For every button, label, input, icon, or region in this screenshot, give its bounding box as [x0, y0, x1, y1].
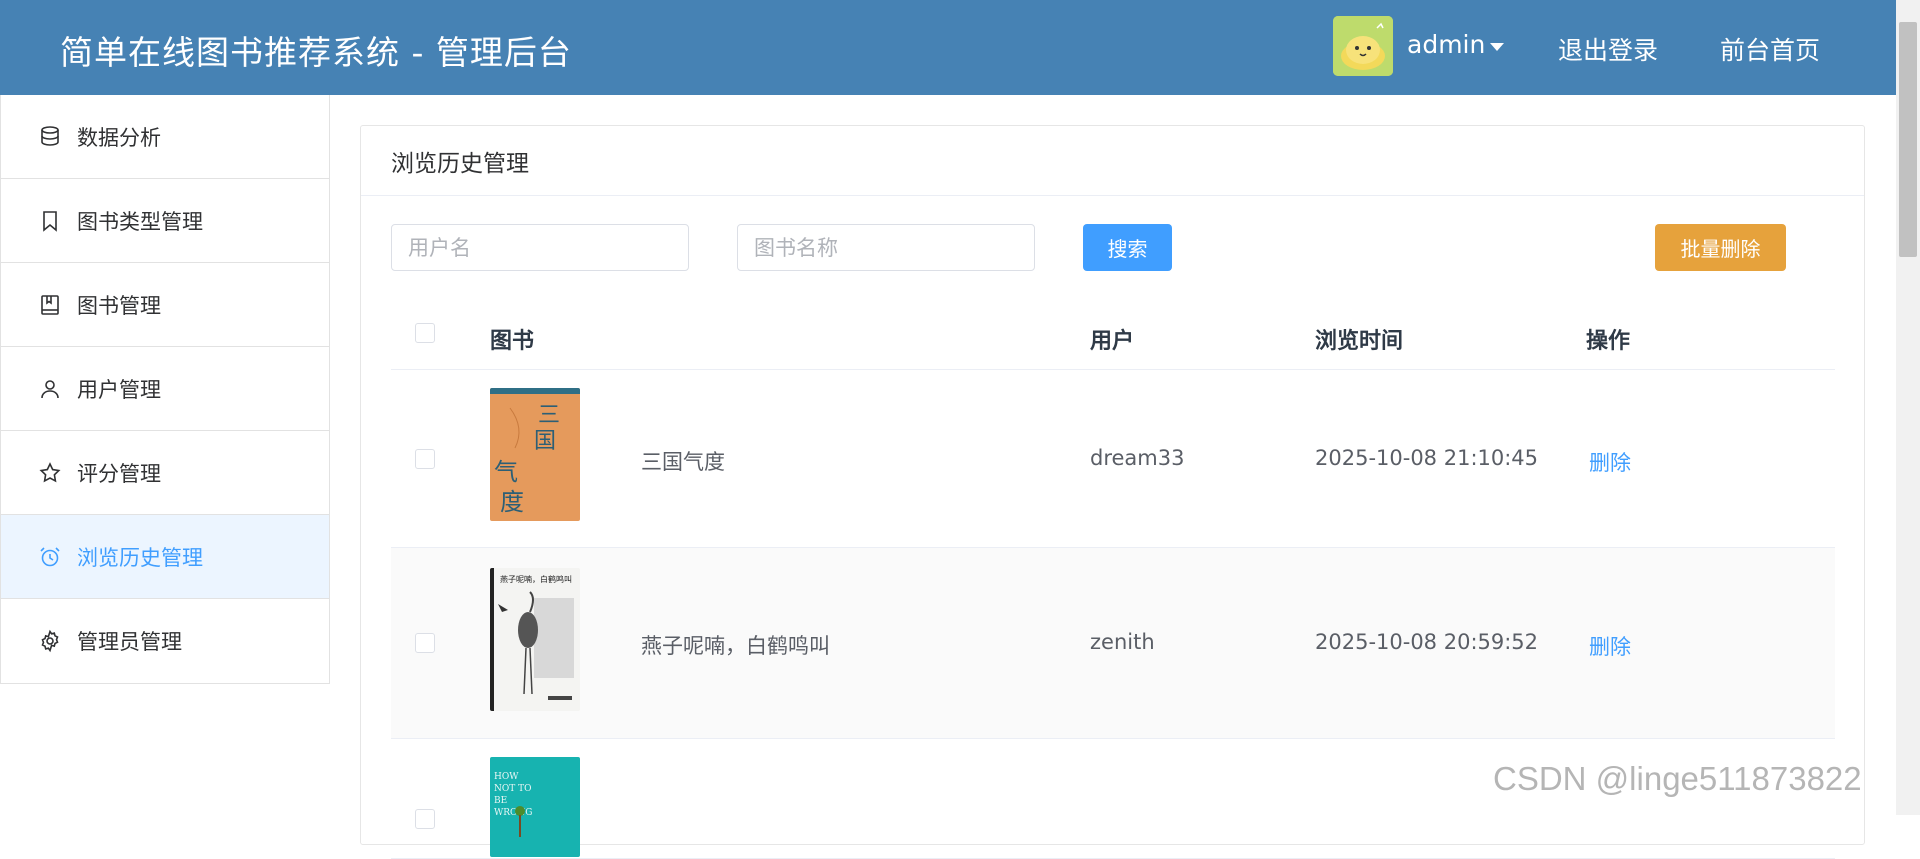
row-user: zenith — [1090, 630, 1155, 654]
sidebar-item-history[interactable]: 浏览历史管理 — [1, 515, 329, 599]
select-all-checkbox[interactable] — [415, 323, 435, 343]
svg-text:WRONG: WRONG — [494, 808, 532, 818]
sidebar-item-label: 管理员管理 — [77, 630, 182, 654]
alarm-clock-icon — [37, 544, 63, 570]
sidebar-item-ratings[interactable]: 评分管理 — [1, 431, 329, 515]
row-time: 2025-10-08 21:10:45 — [1315, 446, 1539, 470]
book-title: 燕子呢喃，白鹤鸣叫 — [641, 634, 830, 658]
star-icon — [37, 460, 63, 486]
svg-text:气: 气 — [494, 458, 518, 486]
app-title: 简单在线图书推荐系统 - 管理后台 — [60, 33, 572, 72]
sidebar: 数据分析 图书类型管理 图书管理 用户管理 评分管理 浏览历史管理 管理员管理 — [0, 95, 330, 684]
svg-text:BE: BE — [494, 796, 507, 806]
svg-text:度: 度 — [500, 488, 524, 516]
row-checkbox[interactable] — [415, 449, 435, 469]
table-row: 三 国 气 度 三国气度 dream33 2025-10-08 21:10:45… — [391, 370, 1835, 548]
card-title: 浏览历史管理 — [361, 126, 1864, 196]
sidebar-item-label: 数据分析 — [77, 125, 161, 150]
svg-text:燕子呢喃，白鹤鸣叫: 燕子呢喃，白鹤鸣叫 — [500, 574, 572, 584]
bookname-search-input[interactable] — [737, 224, 1035, 271]
username-search-input[interactable] — [391, 224, 689, 271]
book-icon — [37, 292, 63, 318]
batch-delete-button[interactable]: 批量删除 — [1655, 224, 1786, 271]
user-icon — [37, 376, 63, 402]
svg-text:三: 三 — [538, 403, 560, 428]
top-header: 简单在线图书推荐系统 - 管理后台 admin 退出登录 前台首页 — [0, 0, 1920, 95]
column-header-book: 图书 — [490, 329, 535, 354]
row-checkbox[interactable] — [415, 633, 435, 653]
logout-link[interactable]: 退出登录 — [1558, 31, 1658, 67]
column-header-time: 浏览时间 — [1315, 329, 1404, 354]
bookmark-icon — [37, 208, 63, 234]
watermark: CSDN @linge511873822 — [1493, 760, 1862, 797]
svg-text:NOT TO: NOT TO — [494, 784, 532, 794]
row-user: dream33 — [1090, 446, 1185, 470]
table-header: 图书 用户 浏览时间 操作 — [391, 305, 1835, 370]
column-header-user: 用户 — [1090, 329, 1135, 354]
frontend-home-link[interactable]: 前台首页 — [1720, 31, 1820, 67]
table-row: HOW NOT TO BE WRONG — [391, 739, 1835, 859]
gear-icon — [37, 628, 63, 654]
search-button[interactable]: 搜索 — [1083, 224, 1172, 271]
chevron-down-icon[interactable] — [1490, 43, 1504, 51]
row-checkbox[interactable] — [415, 809, 435, 829]
row-time: 2025-10-08 20:59:52 — [1315, 630, 1539, 654]
sidebar-item-label: 图书类型管理 — [77, 209, 203, 234]
avatar[interactable] — [1333, 16, 1393, 76]
sidebar-item-label: 图书管理 — [77, 293, 161, 318]
book-cover-image: 燕子呢喃，白鹤鸣叫 — [490, 568, 580, 711]
table-row: 燕子呢喃，白鹤鸣叫 燕子呢喃，白鹤鸣叫 zenith 2025-10-08 20… — [391, 548, 1835, 739]
sidebar-item-books[interactable]: 图书管理 — [1, 263, 329, 347]
delete-link[interactable]: 删除 — [1589, 447, 1631, 477]
sidebar-item-data-analysis[interactable]: 数据分析 — [1, 95, 329, 179]
sidebar-item-book-types[interactable]: 图书类型管理 — [1, 179, 329, 263]
sidebar-item-label: 浏览历史管理 — [77, 545, 203, 570]
sidebar-item-users[interactable]: 用户管理 — [1, 347, 329, 431]
user-menu[interactable]: admin — [1407, 30, 1485, 59]
svg-text:国: 国 — [534, 429, 556, 454]
sidebar-item-label: 用户管理 — [77, 377, 161, 402]
sidebar-item-label: 评分管理 — [77, 461, 161, 486]
svg-text:HOW: HOW — [494, 772, 519, 782]
sidebar-item-admins[interactable]: 管理员管理 — [1, 599, 329, 683]
scrollbar-thumb[interactable] — [1899, 22, 1917, 257]
book-title: 三国气度 — [641, 450, 725, 474]
book-cover-image: 三 国 气 度 — [490, 388, 580, 521]
database-icon — [37, 124, 63, 150]
column-header-action: 操作 — [1586, 329, 1631, 354]
delete-link[interactable]: 删除 — [1589, 631, 1631, 661]
book-cover-image: HOW NOT TO BE WRONG — [490, 757, 580, 857]
